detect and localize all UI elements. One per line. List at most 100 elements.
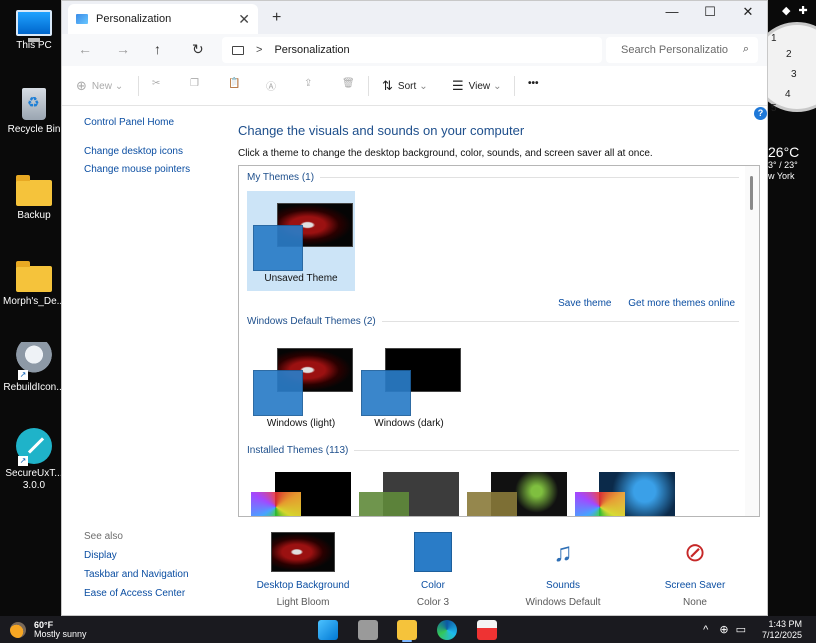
paste-icon[interactable]: 📋 bbox=[228, 78, 240, 89]
ease-of-access-link[interactable]: Ease of Access Center bbox=[84, 588, 189, 599]
window-color-swatch bbox=[361, 370, 411, 416]
change-desktop-icons-link[interactable]: Change desktop icons bbox=[84, 146, 190, 157]
store-icon[interactable] bbox=[477, 620, 497, 640]
sort-button[interactable]: ⇅ Sort ⌄ bbox=[382, 78, 428, 94]
diamond-icon[interactable]: ◆ bbox=[782, 5, 790, 17]
sort-icon: ⇅ bbox=[382, 78, 393, 93]
divider bbox=[320, 177, 739, 178]
tab-title: Personalization bbox=[96, 13, 172, 25]
installed-theme-1[interactable] bbox=[251, 466, 351, 516]
sounds-option[interactable]: ♫ Sounds Windows Default bbox=[508, 532, 618, 608]
save-theme-link[interactable]: Save theme bbox=[558, 298, 611, 309]
installed-theme-4[interactable] bbox=[575, 466, 675, 516]
theme-thumbnail bbox=[253, 199, 353, 271]
window-color-swatch bbox=[467, 492, 517, 516]
cut-icon[interactable]: ✂ bbox=[152, 78, 160, 89]
clock-time: 1:43 PM bbox=[768, 619, 802, 629]
more-options-button[interactable]: ••• bbox=[528, 78, 539, 89]
back-button[interactable]: ← bbox=[78, 41, 92, 57]
scrollbar-thumb[interactable] bbox=[750, 176, 753, 210]
share-icon[interactable]: ⇪ bbox=[304, 78, 312, 89]
divider bbox=[381, 321, 739, 322]
new-tab-button[interactable]: + bbox=[272, 9, 281, 27]
task-view-icon[interactable] bbox=[358, 620, 378, 640]
desktop-icon-secureux[interactable]: ↗ SecureUxT... 3.0.0 bbox=[0, 428, 68, 492]
taskbar-navigation-link[interactable]: Taskbar and Navigation bbox=[84, 569, 189, 580]
refresh-button[interactable]: ↻ bbox=[192, 41, 204, 58]
control-panel-home-link[interactable]: Control Panel Home bbox=[84, 117, 190, 128]
search-input[interactable]: Search Personalizatio ⌕ bbox=[606, 37, 758, 63]
change-mouse-pointers-link[interactable]: Change mouse pointers bbox=[84, 164, 190, 175]
file-explorer-icon[interactable] bbox=[397, 620, 417, 640]
desktop-icon-morphs[interactable]: Morph's_De... bbox=[0, 258, 68, 308]
new-button[interactable]: ⊕ New ⌄ bbox=[76, 78, 123, 94]
maximize-button[interactable]: ☐ bbox=[691, 1, 729, 23]
breadcrumb-chevron-icon[interactable]: > bbox=[256, 44, 262, 56]
option-name[interactable]: Sounds bbox=[508, 580, 618, 591]
close-tab-icon[interactable]: ✕ bbox=[238, 11, 250, 28]
see-also-section: See also Display Taskbar and Navigation … bbox=[84, 531, 189, 607]
weather-temp: 26°C bbox=[768, 144, 800, 160]
option-value: Light Bloom bbox=[276, 597, 330, 608]
up-button[interactable]: ↑ bbox=[154, 41, 161, 57]
tray-chevron-icon[interactable]: ^ bbox=[703, 624, 708, 636]
desktop-icon-rebuildicon[interactable]: ↗ RebuildIcon... bbox=[0, 342, 68, 394]
close-button[interactable]: ✕ bbox=[729, 1, 767, 23]
start-windows-icon[interactable] bbox=[318, 620, 338, 640]
forward-button[interactable]: → bbox=[116, 41, 130, 57]
option-name[interactable]: Color bbox=[378, 580, 488, 591]
group-header-installed-themes[interactable]: Installed Themes (113) bbox=[247, 445, 739, 456]
view-icon: ☰ bbox=[452, 78, 464, 93]
breadcrumb-personalization[interactable]: Personalization bbox=[274, 44, 349, 56]
plus-circle-icon: ⊕ bbox=[76, 78, 87, 93]
theme-windows-dark[interactable]: Windows (dark) bbox=[355, 336, 463, 436]
theme-unsaved[interactable]: Unsaved Theme bbox=[247, 191, 355, 291]
option-name[interactable]: Desktop Background bbox=[248, 580, 358, 591]
window-color-swatch bbox=[251, 492, 301, 516]
group-header-default-themes[interactable]: Windows Default Themes (2) bbox=[247, 316, 739, 327]
toolbar-divider bbox=[138, 76, 139, 96]
theme-label: Windows (dark) bbox=[374, 418, 444, 429]
desktop-background-option[interactable]: Desktop Background Light Bloom bbox=[248, 532, 358, 608]
view-button[interactable]: ☰ View ⌄ bbox=[452, 78, 502, 94]
group-header-my-themes[interactable]: My Themes (1) bbox=[247, 172, 739, 183]
scrollbar[interactable] bbox=[745, 166, 759, 516]
color-option[interactable]: Color Color 3 bbox=[378, 532, 488, 608]
search-icon: ⌕ bbox=[742, 43, 749, 55]
display-link[interactable]: Display bbox=[84, 550, 189, 561]
taskbar-weather[interactable]: 60°F Mostly sunny bbox=[10, 621, 87, 639]
desktop-icon-backup[interactable]: Backup bbox=[0, 172, 68, 222]
desktop-icon-this-pc[interactable]: This PC bbox=[0, 4, 68, 52]
network-icon[interactable]: ⊕ bbox=[719, 624, 728, 636]
desktop-icon-recycle-bin[interactable]: Recycle Bin bbox=[0, 88, 68, 136]
tab-personalization[interactable]: Personalization ✕ bbox=[68, 4, 258, 34]
address-field[interactable]: > Personalization bbox=[222, 37, 602, 63]
copy-icon[interactable]: ❐ bbox=[190, 78, 199, 89]
rename-icon[interactable]: Ⓐ bbox=[266, 78, 276, 93]
desktop-icon-label: Backup bbox=[17, 210, 51, 221]
desktop-icon-label: Recycle Bin bbox=[7, 124, 61, 135]
get-more-themes-link[interactable]: Get more themes online bbox=[628, 298, 735, 309]
installed-theme-3[interactable] bbox=[467, 466, 567, 516]
taskbar-clock[interactable]: 1:43 PM 7/12/2025 bbox=[762, 619, 802, 641]
plus-icon[interactable]: ✚ bbox=[798, 5, 807, 17]
theme-windows-light[interactable]: Windows (light) bbox=[247, 336, 355, 436]
edge-icon[interactable] bbox=[437, 620, 457, 640]
desktop-icon-label: RebuildIcon... bbox=[3, 382, 65, 393]
option-name[interactable]: Screen Saver bbox=[640, 580, 750, 591]
monitor-icon bbox=[232, 45, 244, 55]
help-icon[interactable]: ? bbox=[754, 107, 767, 120]
desktop-widget-icons: ◆ ✚ bbox=[782, 4, 816, 17]
theme-label: Unsaved Theme bbox=[264, 273, 338, 284]
minimize-button[interactable]: — bbox=[653, 1, 691, 23]
group-label: Installed Themes (113) bbox=[247, 445, 349, 456]
active-app-indicator bbox=[402, 640, 412, 642]
screen-saver-option[interactable]: ⊘ Screen Saver None bbox=[640, 532, 750, 608]
themes-list: My Themes (1) Unsaved Theme Save theme G… bbox=[238, 165, 760, 517]
monitor-icon[interactable]: ▭ bbox=[736, 624, 746, 636]
address-bar: ← → ↑ ↻ > Personalization Search Persona… bbox=[62, 34, 767, 66]
delete-icon[interactable]: 🗑 bbox=[342, 78, 355, 89]
title-bar: Personalization ✕ + — ☐ ✕ bbox=[62, 1, 767, 34]
installed-theme-2[interactable] bbox=[359, 466, 459, 516]
window-color-swatch bbox=[575, 492, 625, 516]
